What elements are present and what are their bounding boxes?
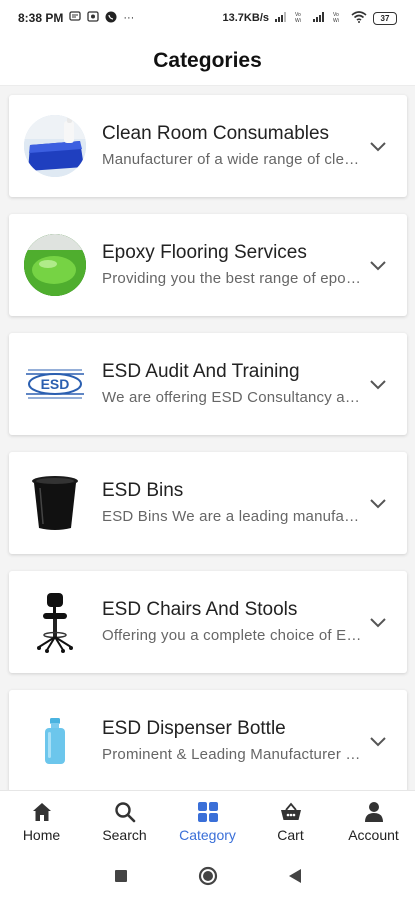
network-speed: 13.7KB/s [222, 12, 269, 24]
message-icon [69, 11, 82, 25]
esd-chair-icon [24, 591, 86, 653]
category-item-esd-dispenser-bottle[interactable]: ESD Dispenser Bottle Prominent & Leading… [9, 690, 407, 790]
home-icon [32, 802, 51, 821]
nav-label: Account [348, 826, 399, 843]
category-text: Epoxy Flooring Services Providing you th… [102, 242, 364, 287]
category-title: ESD Audit And Training [102, 361, 300, 382]
signal-icon [313, 11, 327, 25]
category-list[interactable]: Clean Room Consumables Manufacturer of a… [0, 86, 415, 790]
bottom-navigation: Home Search Category Cart Account [0, 790, 415, 852]
category-title: ESD Bins [102, 480, 184, 501]
nav-home[interactable]: Home [0, 791, 83, 852]
whatsapp-icon [105, 11, 117, 26]
esd-logo-text: ESD [41, 376, 70, 392]
recents-square-icon[interactable] [114, 869, 128, 883]
esd-bin-icon [24, 472, 86, 534]
status-left: 8:38 PM ··· [18, 11, 134, 26]
signal-icon [275, 11, 289, 25]
category-text: ESD Audit And Training We are offering E… [102, 361, 364, 406]
category-text: ESD Dispenser Bottle Prominent & Leading… [102, 718, 364, 763]
grid-icon [197, 801, 218, 822]
chevron-down-icon[interactable] [369, 137, 387, 155]
category-title: Epoxy Flooring Services [102, 242, 307, 263]
clean-room-mat-icon [24, 115, 86, 177]
nav-search[interactable]: Search [83, 791, 166, 852]
chevron-down-icon[interactable] [369, 256, 387, 274]
category-item-esd-bins[interactable]: ESD Bins ESD Bins We are a leading manuf… [9, 452, 407, 554]
dispenser-bottle-icon [24, 710, 86, 772]
person-icon [364, 801, 383, 822]
status-time: 8:38 PM [18, 11, 64, 25]
nav-label: Search [102, 826, 147, 843]
nav-account[interactable]: Account [332, 791, 415, 852]
basket-icon [280, 802, 301, 820]
app-header: Categories [0, 36, 415, 86]
home-circle-icon[interactable] [198, 866, 218, 886]
status-right: 13.7KB/s Vo Wi Vo Wi 37 [222, 10, 397, 26]
category-text: ESD Chairs And Stools Offering you a com… [102, 599, 364, 644]
category-item-clean-room-consumables[interactable]: Clean Room Consumables Manufacturer of a… [9, 95, 407, 197]
wifi-icon [351, 10, 367, 26]
category-title: ESD Chairs And Stools [102, 599, 298, 620]
svg-text:Wi: Wi [295, 18, 301, 23]
category-subtitle: ESD Bins We are a leading manufacturer o… [102, 508, 364, 525]
chevron-down-icon[interactable] [369, 732, 387, 750]
system-navigation-bar [0, 852, 415, 900]
nav-label: Home [22, 826, 61, 843]
volte-icon: Vo Wi [295, 11, 307, 26]
status-bar: 8:38 PM ··· 13.7KB/s Vo Wi Vo Wi 37 [0, 0, 415, 36]
page-title: Categories [153, 48, 262, 72]
chevron-down-icon[interactable] [369, 613, 387, 631]
nav-label: Category [179, 826, 236, 843]
category-item-esd-audit-and-training[interactable]: ESD ESD Audit And Training We are offeri… [9, 333, 407, 435]
category-title: Clean Room Consumables [102, 123, 330, 144]
category-text: Clean Room Consumables Manufacturer of a… [102, 123, 364, 168]
category-subtitle: Manufacturer of a wide range of clean ro… [102, 151, 364, 168]
category-subtitle: Prominent & Leading Manufacturer of disp… [102, 746, 364, 763]
chevron-down-icon[interactable] [369, 375, 387, 393]
category-subtitle: Offering you a complete choice of ESD ch… [102, 627, 364, 644]
search-icon [114, 801, 135, 822]
nav-category[interactable]: Category [166, 791, 249, 852]
category-text: ESD Bins ESD Bins We are a leading manuf… [102, 480, 364, 525]
category-subtitle: We are offering ESD Consultancy and trai… [102, 389, 364, 406]
more-notifications: ··· [123, 12, 135, 24]
esd-logo-icon: ESD [24, 353, 86, 415]
nav-cart[interactable]: Cart [249, 791, 332, 852]
chevron-down-icon[interactable] [369, 494, 387, 512]
svg-text:Wi: Wi [333, 18, 339, 23]
category-subtitle: Providing you the best range of epoxy fl… [102, 270, 364, 287]
epoxy-floor-icon [24, 234, 86, 296]
category-item-esd-chairs-and-stools[interactable]: ESD Chairs And Stools Offering you a com… [9, 571, 407, 673]
category-item-epoxy-flooring-services[interactable]: Epoxy Flooring Services Providing you th… [9, 214, 407, 316]
category-title: ESD Dispenser Bottle [102, 718, 286, 739]
mail-icon [87, 11, 100, 25]
battery-indicator: 37 [373, 11, 397, 25]
back-triangle-icon[interactable] [288, 868, 302, 884]
nav-label: Cart [277, 826, 304, 843]
volte-icon: Vo Wi [333, 11, 345, 26]
